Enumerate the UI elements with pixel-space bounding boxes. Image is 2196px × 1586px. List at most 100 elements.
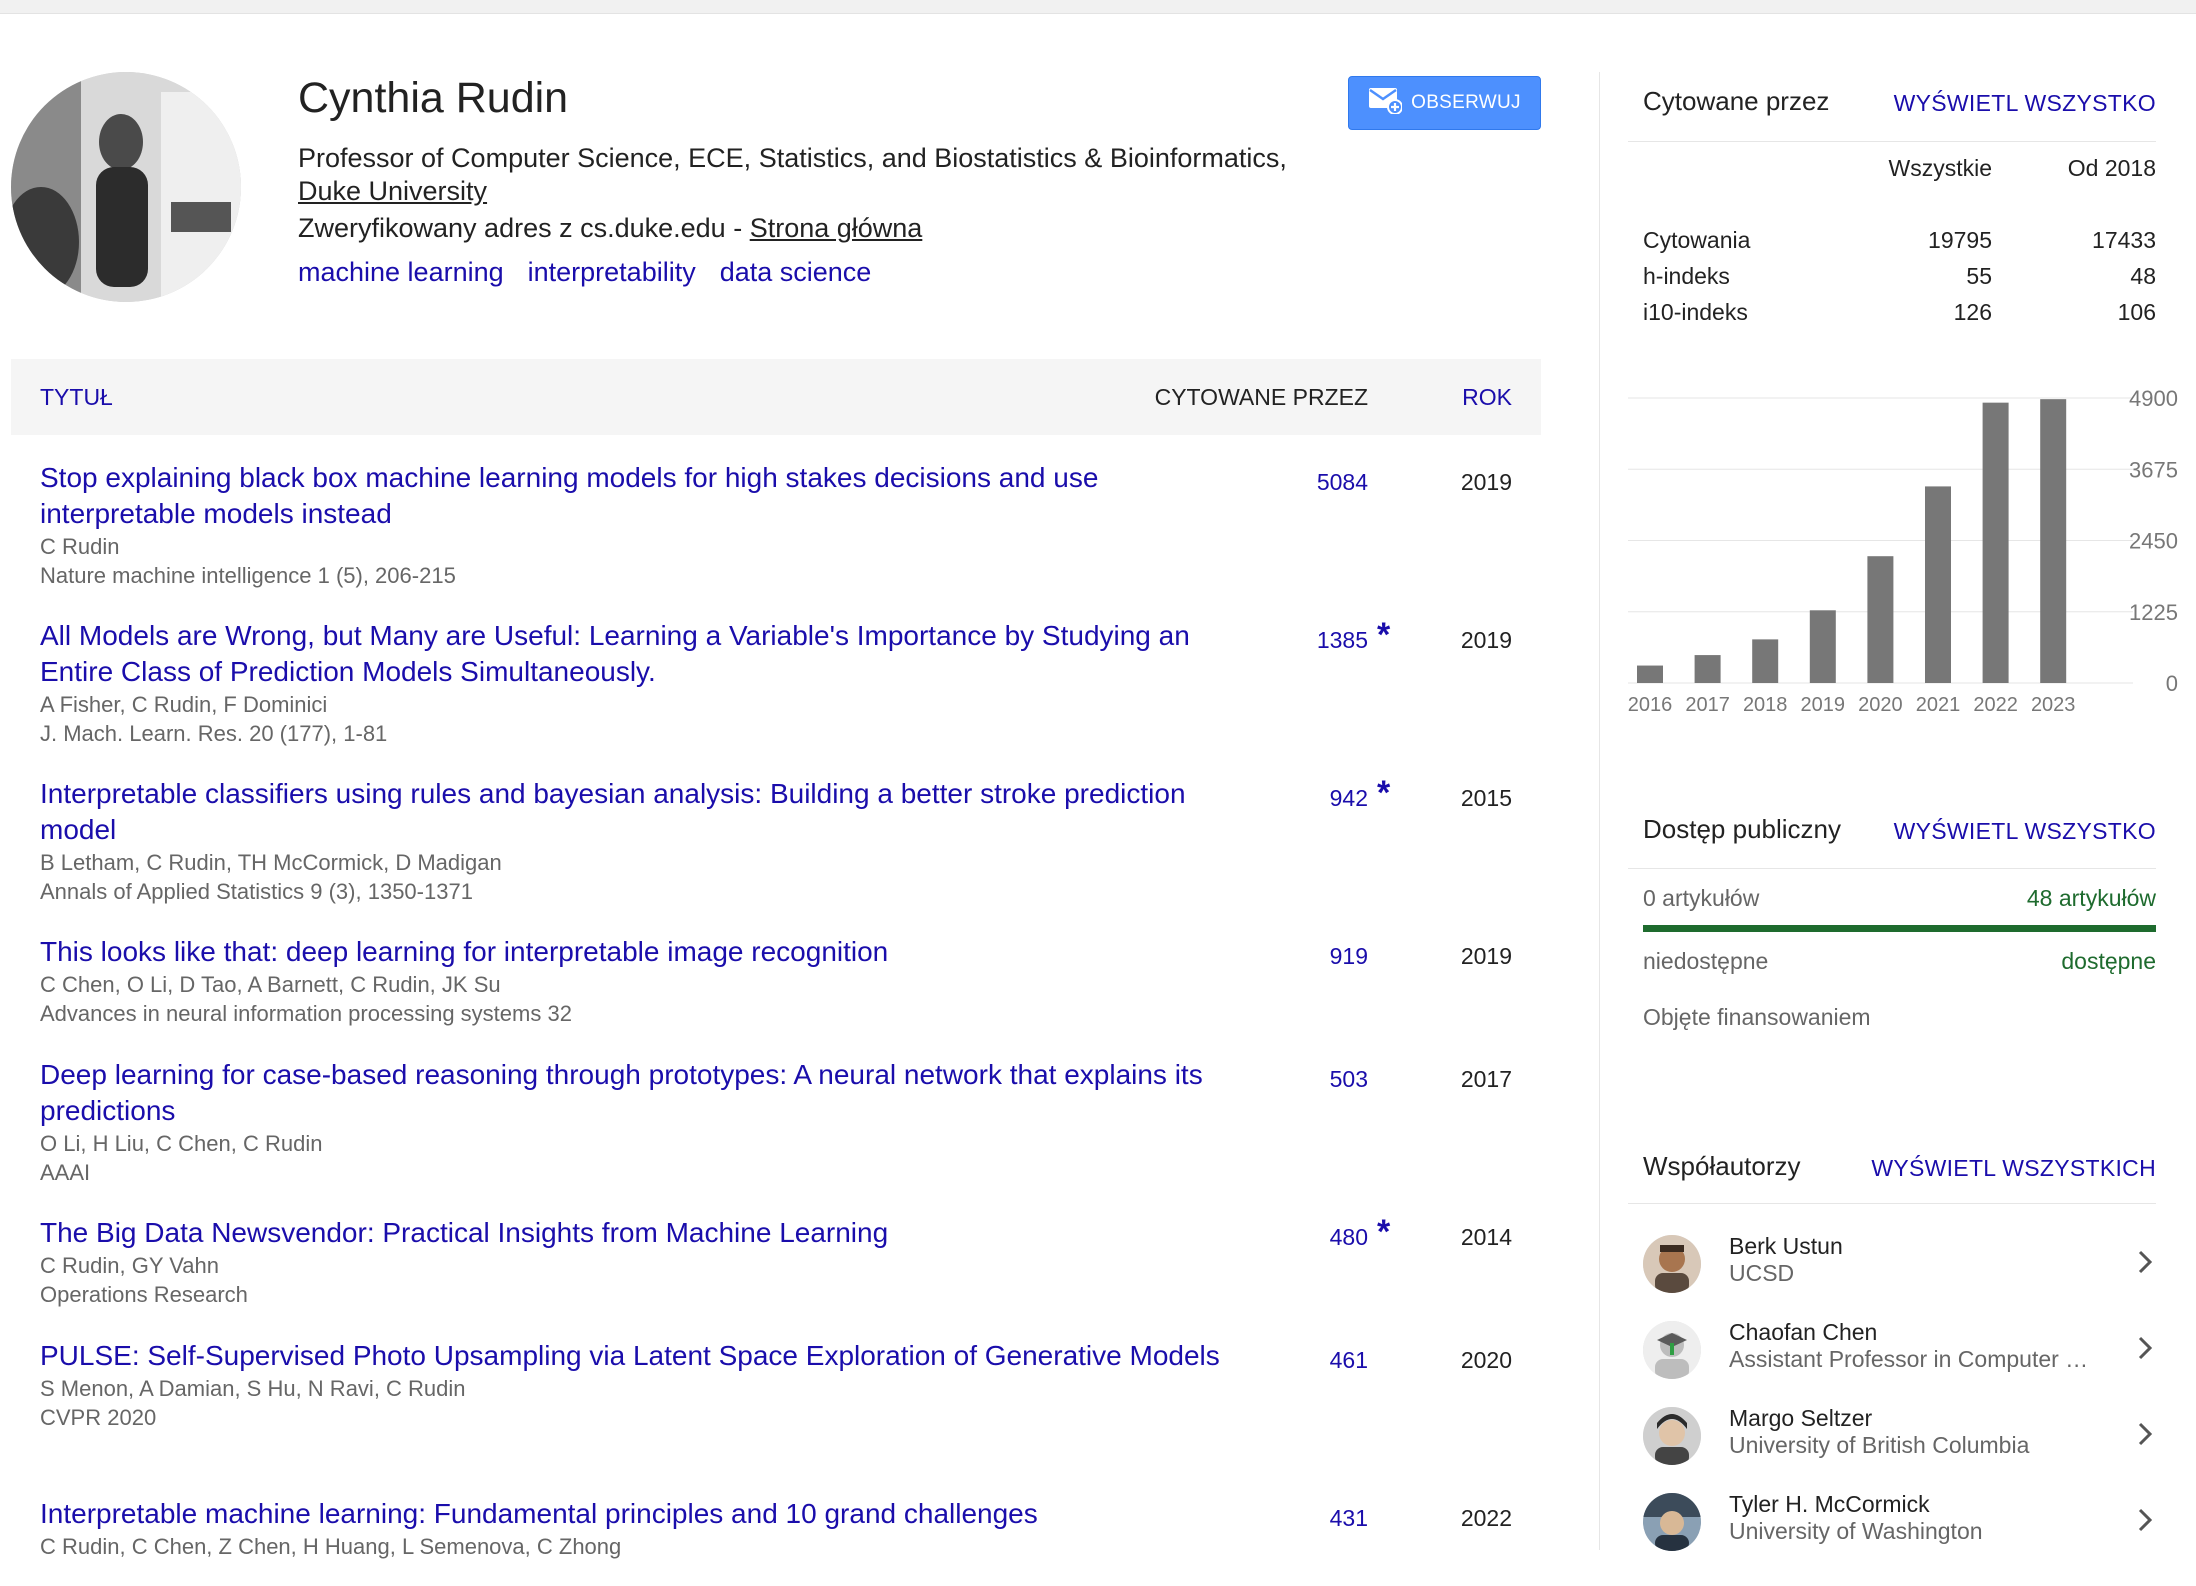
coauthor-name: Chaofan Chen xyxy=(1729,1319,1878,1345)
chart-bar[interactable] xyxy=(1752,639,1779,683)
cited-by-column-header: CYTOWANE PRZEZ xyxy=(1154,384,1368,410)
publication-year: 2022 xyxy=(1460,1505,1512,1531)
column-divider xyxy=(1599,72,1600,1550)
publication-title[interactable]: All Models are Wrong, but Many are Usefu… xyxy=(40,618,1260,690)
stats-row: h-indeks 55 48 xyxy=(1643,263,2156,299)
interest-link[interactable]: interpretability xyxy=(528,257,696,287)
open-access-view-all[interactable]: WYŚWIETL WSZYSTKO xyxy=(1894,818,2156,845)
cited-by-count[interactable]: 480 xyxy=(1330,1224,1368,1251)
sort-by-title[interactable]: TYTUŁ xyxy=(40,359,113,435)
citations-chart-svg: 4900 3675 2450 1225 0 2016 2017 2018 2019 2020 202… xyxy=(1628,386,2178,716)
stats-all: 19795 xyxy=(1928,227,1992,253)
coauthor-avatar xyxy=(1643,1493,1701,1551)
coauthor-name: Margo Seltzer xyxy=(1729,1405,1873,1431)
publication-year: 2015 xyxy=(1460,785,1512,811)
divider xyxy=(1628,141,2156,142)
verified-email: Zweryfikowany adres z cs.duke.edu - Stro… xyxy=(298,211,922,245)
y-tick-label: 2450 xyxy=(2129,529,2178,554)
publication-title[interactable]: Interpretable machine learning: Fundamen… xyxy=(40,1496,1260,1532)
publication-year: 2019 xyxy=(1460,627,1512,653)
publication-authors: C Rudin, GY Vahn xyxy=(40,1253,219,1278)
cited-by-count[interactable]: 1385 xyxy=(1317,627,1368,654)
chart-bar[interactable] xyxy=(1694,655,1721,683)
y-tick-label: 4900 xyxy=(2129,386,2178,411)
coauthor-item[interactable]: Margo Seltzer University of British Colu… xyxy=(1643,1397,2158,1477)
publication-title[interactable]: This looks like that: deep learning for … xyxy=(40,934,1260,970)
cited-by-count[interactable]: 919 xyxy=(1330,943,1368,970)
funding-mandates-label: Objęte finansowaniem xyxy=(1643,1004,1871,1030)
publication-row: PULSE: Self-Supervised Photo Upsampling … xyxy=(11,1338,1541,1496)
publication-row: Interpretable machine learning: Fundamen… xyxy=(11,1496,1541,1586)
interest-link[interactable]: data science xyxy=(720,257,872,287)
publication-venue: Operations Research xyxy=(40,1282,248,1307)
publication-authors: B Letham, C Rudin, TH McCormick, D Madig… xyxy=(40,850,502,875)
top-bar xyxy=(0,0,2196,14)
coauthor-name: Berk Ustun xyxy=(1729,1233,1843,1259)
not-available-label: niedostępne xyxy=(1643,948,1769,974)
publication-year: 2019 xyxy=(1460,943,1512,969)
stats-label[interactable]: i10-indeks xyxy=(1643,299,1748,325)
stats-col-all: Wszystkie xyxy=(1888,155,1993,181)
publication-year: 2019 xyxy=(1460,469,1512,495)
publication-venue: CVPR 2020 xyxy=(40,1405,157,1430)
publication-authors: C Rudin xyxy=(40,534,120,559)
stats-since: 48 xyxy=(2130,263,2156,289)
chart-bar[interactable] xyxy=(1809,610,1836,683)
publication-row: All Models are Wrong, but Many are Usefu… xyxy=(11,616,1541,776)
stats-since: 106 xyxy=(2117,299,2156,325)
x-tick-label: 2019 xyxy=(1801,694,1846,716)
coauthor-item[interactable]: Tyler H. McCormick University of Washing… xyxy=(1643,1483,2158,1563)
publication-year: 2017 xyxy=(1460,1066,1512,1092)
cited-by-count[interactable]: 461 xyxy=(1330,1347,1368,1374)
verified-email-text: Zweryfikowany adres z cs.duke.edu - xyxy=(298,213,750,243)
coauthor-name: Tyler H. McCormick xyxy=(1729,1491,1930,1517)
publication-title[interactable]: Deep learning for case-based reasoning t… xyxy=(40,1057,1260,1129)
coauthors-heading: Współautorzy xyxy=(1643,1151,1801,1181)
follow-button-label: OBSERWUJ xyxy=(1411,92,1521,113)
cited-by-heading: Cytowane przez xyxy=(1643,86,1830,116)
cited-by-count[interactable]: 503 xyxy=(1330,1066,1368,1093)
interest-link[interactable]: machine learning xyxy=(298,257,504,287)
coauthors-view-all[interactable]: WYŚWIETL WSZYSTKICH xyxy=(1871,1155,2156,1182)
follow-button[interactable]: OBSERWUJ xyxy=(1348,76,1541,130)
available-label: dostępne xyxy=(2061,948,2156,974)
chart-bar[interactable] xyxy=(1867,556,1894,683)
divider xyxy=(1628,868,2156,869)
publication-title[interactable]: The Big Data Newsvendor: Practical Insig… xyxy=(40,1215,1260,1251)
y-tick-label: 3675 xyxy=(2129,457,2178,482)
x-tick-label: 2021 xyxy=(1916,694,1961,716)
publications-header: TYTUŁ CYTOWANE PRZEZ ROK xyxy=(11,359,1541,435)
merged-citations-star: * xyxy=(1377,774,1391,812)
stats-label[interactable]: h-indeks xyxy=(1643,263,1730,289)
chevron-right-icon xyxy=(2138,1508,2153,1532)
cited-by-count[interactable]: 5084 xyxy=(1317,469,1368,496)
chart-bar[interactable] xyxy=(1637,665,1663,683)
affiliation-link[interactable]: Duke University xyxy=(298,176,487,206)
x-tick-label: 2020 xyxy=(1858,694,1903,716)
chart-bar[interactable] xyxy=(1925,486,1951,683)
available-count: 48 artykułów xyxy=(2026,885,2156,911)
cited-by-count[interactable]: 942 xyxy=(1330,785,1368,812)
sort-by-year[interactable]: ROK xyxy=(1462,359,1512,435)
publication-venue: Advances in neural information processin… xyxy=(40,1001,572,1026)
homepage-link[interactable]: Strona główna xyxy=(750,213,923,243)
stats-row: i10-indeks 126 106 xyxy=(1643,299,2156,335)
publication-title[interactable]: Interpretable classifiers using rules an… xyxy=(40,776,1260,848)
publication-year: 2020 xyxy=(1460,1347,1512,1373)
publication-authors: S Menon, A Damian, S Hu, N Ravi, C Rudin xyxy=(40,1376,466,1401)
cited-by-count[interactable]: 431 xyxy=(1330,1505,1368,1532)
divider xyxy=(1628,1203,2156,1204)
publication-title[interactable]: Stop explaining black box machine learni… xyxy=(40,460,1260,532)
stats-label[interactable]: Cytowania xyxy=(1643,227,1750,253)
coauthor-item[interactable]: Berk Ustun UCSD xyxy=(1643,1225,2158,1305)
stats-col-since: Od 2018 xyxy=(2067,155,2156,181)
chart-bar[interactable] xyxy=(2040,399,2067,683)
publication-title[interactable]: PULSE: Self-Supervised Photo Upsampling … xyxy=(40,1338,1260,1374)
open-access-progress-bar xyxy=(1643,925,2156,932)
stats-all: 55 xyxy=(1966,263,1992,289)
y-tick-label: 1225 xyxy=(2129,600,2178,625)
chart-bar[interactable] xyxy=(1982,402,2009,683)
cited-by-view-all[interactable]: WYŚWIETL WSZYSTKO xyxy=(1894,90,2156,117)
coauthor-avatar xyxy=(1643,1235,1701,1293)
coauthor-item[interactable]: Chaofan Chen Assistant Professor in Comp… xyxy=(1643,1311,2158,1391)
